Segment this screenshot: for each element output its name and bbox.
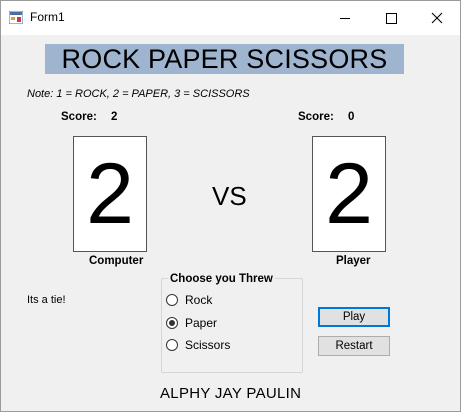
author-label: ALPHY JAY PAULIN: [160, 385, 302, 402]
close-button[interactable]: [414, 1, 460, 35]
title-bar[interactable]: Form1: [1, 1, 460, 35]
computer-label: Computer: [89, 255, 144, 267]
app-icon: [9, 11, 23, 24]
computer-throw-display: 2: [73, 136, 147, 252]
minimize-button[interactable]: [322, 1, 368, 35]
radio-scissors-label: Scissors: [185, 338, 231, 352]
player-score-label: Score:: [298, 111, 334, 123]
player-throw-display: 2: [312, 136, 386, 252]
close-icon: [431, 12, 443, 24]
radio-paper[interactable]: Paper: [166, 315, 217, 331]
minimize-icon: [340, 17, 350, 19]
play-button[interactable]: Play: [318, 307, 390, 327]
radio-circle-icon[interactable]: [166, 294, 178, 306]
radio-selected-icon[interactable]: [166, 317, 178, 329]
computer-score-value: 2: [111, 111, 118, 123]
note-label: Note: 1 = ROCK, 2 = PAPER, 3 = SCISSORS: [27, 88, 250, 100]
radio-rock[interactable]: Rock: [166, 292, 212, 308]
window-title: Form1: [30, 10, 65, 24]
result-label: Its a tie!: [27, 294, 66, 306]
player-score-value: 0: [348, 111, 355, 123]
app-window: Form1 ROCK PAPER SCISSORS Note: 1 = ROCK…: [0, 0, 461, 412]
game-title: ROCK PAPER SCISSORS: [45, 44, 404, 74]
vs-label: VS: [212, 181, 247, 211]
maximize-icon: [385, 12, 397, 24]
computer-score-label: Score:: [61, 111, 97, 123]
radio-paper-label: Paper: [185, 316, 218, 330]
radio-scissors[interactable]: Scissors: [166, 337, 230, 353]
restart-button[interactable]: Restart: [318, 336, 390, 356]
form-client-area: ROCK PAPER SCISSORS Note: 1 = ROCK, 2 = …: [1, 35, 460, 411]
player-label: Player: [336, 255, 371, 267]
radio-rock-label: Rock: [185, 293, 213, 307]
radio-circle-icon[interactable]: [166, 339, 178, 351]
maximize-button[interactable]: [368, 1, 414, 35]
choice-group-title: Choose you Threw: [168, 273, 275, 285]
